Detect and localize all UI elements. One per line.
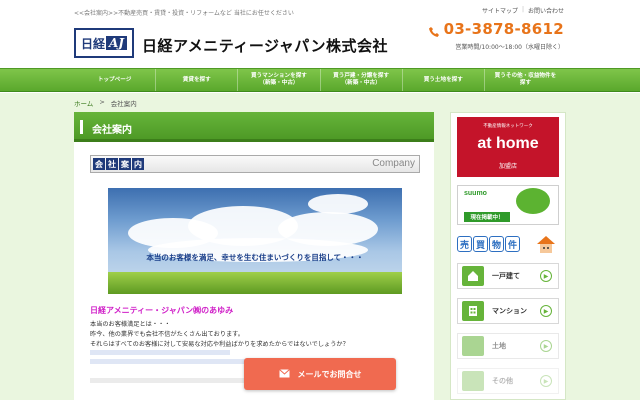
- house-mascot-icon: [535, 233, 557, 255]
- phone-icon: [428, 23, 440, 37]
- breadcrumb-current: 会社案内: [110, 100, 137, 108]
- site-tagline: <<会社案内>>不動産売買・賃貸・投資・リフォームなど 当社にお任せください: [74, 10, 294, 17]
- sitemap-link[interactable]: サイトマップ: [482, 6, 518, 15]
- mail-icon: [278, 368, 290, 380]
- contact-link[interactable]: お問い合わせ: [528, 6, 564, 15]
- image-caption: 本当のお客様を満足、幸せを生む住まいづくりを目指して・・・: [146, 253, 364, 262]
- other-icon: [462, 371, 484, 391]
- faded-text-line: [90, 378, 250, 383]
- sidebar-item-house[interactable]: 一戸建て ▶: [457, 263, 559, 289]
- sky-image: 本当のお客様を満足、幸せを生む住まいづくりを目指して・・・: [108, 188, 402, 294]
- banner-tile: 内: [132, 158, 144, 170]
- athome-brand: at home: [477, 135, 539, 152]
- logo-sub-text: AJ: [106, 36, 127, 50]
- company-banner: 会 社 案 内 Company: [90, 155, 420, 173]
- house-icon: [462, 266, 484, 286]
- nav-item-buy-other[interactable]: 買うその他・収益物件を 探す: [485, 69, 566, 91]
- banner-tile: 案: [119, 158, 131, 170]
- company-name: 日経アメニティージャパン株式会社: [142, 37, 389, 55]
- nav-item-top[interactable]: トップページ: [74, 69, 157, 91]
- heading-char: 買: [473, 236, 488, 252]
- breadcrumb-separator: >: [99, 98, 105, 106]
- heading-char: 物: [489, 236, 504, 252]
- phone-number[interactable]: 03-3878-8612: [444, 20, 564, 38]
- body-text-line: 昨今、他の業界でも会社不信がたくさん出ております。: [90, 331, 244, 338]
- page-title: 会社案内: [92, 125, 132, 136]
- athome-banner[interactable]: 不動産情報ネットワーク at home 加盟店: [457, 117, 559, 177]
- body-text-line: それらはすべてのお客様に対して安易な対応や利益ばかりを求めたからではないでしょう…: [90, 341, 349, 348]
- banner-tile: 会: [93, 158, 105, 170]
- link-separator: |: [521, 6, 524, 13]
- banner-tile: 社: [106, 158, 118, 170]
- main-nav: トップページ 賃貸を探す 買うマンションを探す （新築・中古） 買う戸建・分譲を…: [0, 68, 640, 92]
- nav-item-buy-land[interactable]: 買う土地を探す: [403, 69, 485, 91]
- heading-char: 売: [457, 236, 472, 252]
- breadcrumb: ホーム > 会社案内: [74, 98, 137, 108]
- mail-contact-button[interactable]: メールでお問合せ: [244, 358, 396, 390]
- phone-block[interactable]: 03-3878-8612: [428, 20, 564, 38]
- nav-item-buy-house[interactable]: 買う戸建・分譲を探す （新築・中古）: [321, 69, 403, 91]
- chevron-right-icon: ▶: [540, 340, 552, 352]
- site-header: <<会社案内>>不動産売買・賃貸・投資・リフォームなど 当社にお任せください 日…: [0, 0, 640, 68]
- chevron-right-icon: ▶: [540, 375, 552, 387]
- faded-text-line: [90, 350, 230, 355]
- section-header-bar: [80, 120, 83, 134]
- logo-main-text: 日経: [80, 36, 105, 51]
- sidebar-item-label: その他: [492, 377, 513, 385]
- nav-item-rent[interactable]: 賃貸を探す: [156, 69, 239, 91]
- body-text-line: 本当のお客様満足とは・・・: [90, 321, 171, 328]
- nav-item-buy-mansion[interactable]: 買うマンションを探す （新築・中古）: [238, 69, 321, 91]
- heading-char: 件: [505, 236, 520, 252]
- chevron-right-icon: ▶: [540, 270, 552, 282]
- building-icon: [462, 301, 484, 321]
- mail-button-label: メールでお問合せ: [297, 369, 362, 379]
- sidebar-item-mansion[interactable]: マンション ▶: [457, 298, 559, 324]
- breadcrumb-home[interactable]: ホーム: [74, 98, 93, 108]
- sidebar-item-label: 土地: [492, 342, 506, 350]
- sidebar-item-other[interactable]: その他 ▶: [457, 368, 559, 394]
- suumo-logo: suumo: [464, 190, 487, 197]
- top-links: サイトマップ | お問い合わせ: [482, 6, 564, 15]
- main-content: 会社案内 会 社 案 内 Company 本当のお客様を満足、幸せを生む住まいづ…: [74, 112, 434, 400]
- section-header: 会社案内: [74, 112, 434, 142]
- sidebar-item-land[interactable]: 土地 ▶: [457, 333, 559, 359]
- land-icon: [462, 336, 484, 356]
- grass-field: [108, 272, 402, 294]
- sidebar-item-label: マンション: [492, 307, 527, 315]
- history-title: 日経アメニティー・ジャパン㈱のあゆみ: [90, 306, 234, 315]
- suumo-banner[interactable]: suumo 現在掲載中！: [457, 185, 559, 225]
- company-logo[interactable]: 日経 AJ: [74, 28, 134, 58]
- sidebar-item-label: 一戸建て: [492, 272, 520, 280]
- banner-english-label: Company: [372, 158, 415, 169]
- business-hours: 営業時間/10:00～18:00（水曜日除く）: [455, 44, 564, 51]
- athome-network-label: 不動産情報ネットワーク: [483, 124, 533, 129]
- athome-member-label: 加盟店: [498, 163, 517, 170]
- suumo-mascot-icon: [516, 188, 550, 214]
- chevron-right-icon: ▶: [540, 305, 552, 317]
- sidebar: 不動産情報ネットワーク at home 加盟店 suumo 現在掲載中！ 売 買…: [450, 112, 566, 400]
- sales-property-heading: 売 買 物 件: [457, 233, 559, 255]
- suumo-tag: 現在掲載中！: [464, 212, 510, 222]
